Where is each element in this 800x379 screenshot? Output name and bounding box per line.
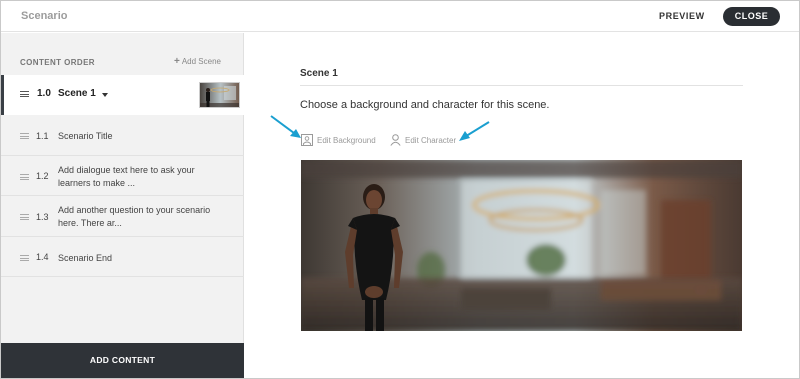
item-number: 1.4 bbox=[36, 252, 49, 262]
scene-heading: Scene 1 bbox=[300, 68, 338, 79]
close-button[interactable]: CLOSE bbox=[723, 7, 780, 26]
list-item[interactable]: 1.2 Add dialogue text here to ask your l… bbox=[1, 156, 244, 196]
add-scene-button[interactable]: + Add Scene bbox=[174, 56, 221, 67]
sidebar-header: CONTENT ORDER + Add Scene bbox=[1, 33, 244, 73]
edit-character-label: Edit Character bbox=[405, 136, 457, 145]
item-number: 1.3 bbox=[36, 212, 49, 222]
drag-handle-icon[interactable] bbox=[20, 133, 29, 139]
edit-background-button[interactable]: Edit Background bbox=[301, 134, 376, 146]
add-content-button[interactable]: ADD CONTENT bbox=[1, 343, 244, 378]
annotation-arrow-right bbox=[459, 121, 490, 141]
list-item[interactable]: 1.3 Add another question to your scenari… bbox=[1, 196, 244, 237]
annotation-arrow-left bbox=[270, 115, 301, 138]
preview-button[interactable]: PREVIEW bbox=[659, 11, 705, 21]
add-scene-label: Add Scene bbox=[181, 57, 221, 66]
drag-handle-icon[interactable] bbox=[20, 214, 29, 220]
item-text: Add dialogue text here to ask your learn… bbox=[58, 165, 195, 188]
plus-icon: + bbox=[174, 56, 180, 67]
item-text: Add another question to your scenario he… bbox=[58, 205, 211, 228]
edit-character-button[interactable]: Edit Character bbox=[390, 134, 457, 146]
scene-instruction: Choose a background and character for th… bbox=[300, 99, 550, 111]
scene-thumbnail bbox=[199, 82, 240, 108]
content-sidebar: CONTENT ORDER + Add Scene 1.0 Scene 1 1.… bbox=[1, 33, 244, 378]
top-bar: Scenario PREVIEW CLOSE bbox=[1, 1, 799, 32]
item-number: 1.1 bbox=[36, 131, 49, 141]
scene-name: Scene 1 bbox=[58, 88, 96, 99]
item-text: Scenario End bbox=[58, 253, 113, 263]
app-title: Scenario bbox=[21, 10, 68, 22]
scene-editor: Scene 1 Choose a background and characte… bbox=[245, 33, 798, 378]
drag-handle-icon[interactable] bbox=[20, 91, 29, 97]
scene-number: 1.0 bbox=[37, 88, 51, 99]
content-order-title: CONTENT ORDER bbox=[20, 58, 95, 67]
item-number: 1.2 bbox=[36, 171, 49, 181]
scene-preview-image bbox=[301, 160, 742, 331]
drag-handle-icon[interactable] bbox=[20, 174, 29, 180]
person-icon bbox=[390, 134, 401, 146]
item-text: Scenario Title bbox=[58, 131, 113, 141]
scene-row-selected[interactable]: 1.0 Scene 1 bbox=[1, 75, 244, 115]
divider bbox=[300, 85, 743, 86]
list-item[interactable]: 1.1 Scenario Title bbox=[1, 115, 244, 156]
drag-handle-icon[interactable] bbox=[20, 255, 29, 261]
caret-down-icon[interactable] bbox=[102, 93, 108, 97]
list-item[interactable]: 1.4 Scenario End bbox=[1, 237, 244, 277]
edit-background-label: Edit Background bbox=[317, 136, 376, 145]
